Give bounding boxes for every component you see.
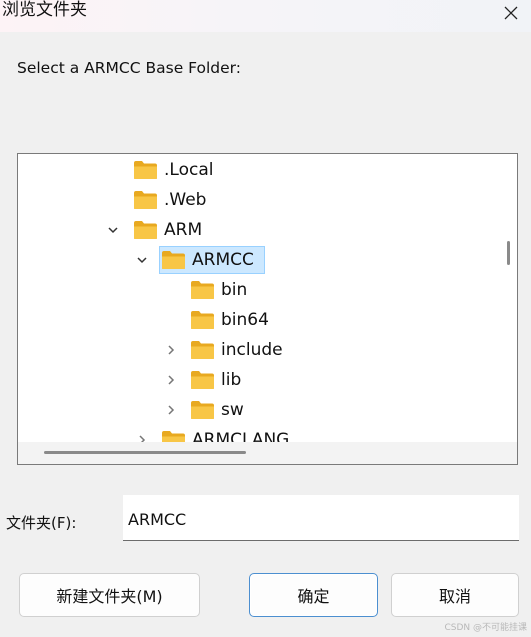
tree-item-label: .Local: [164, 160, 214, 180]
chevron-right-icon[interactable]: [164, 343, 178, 357]
folder-icon: [191, 371, 214, 389]
folder-icon: [134, 161, 157, 179]
folder-icon: [134, 191, 157, 209]
watermark: CSDN @不可能挂课: [444, 623, 527, 633]
tree-item[interactable]: lib: [18, 367, 498, 393]
tree-item[interactable]: sw: [18, 397, 498, 423]
tree-item[interactable]: bin64: [18, 307, 498, 333]
folder-icon: [191, 401, 214, 419]
tree-item[interactable]: ARM: [18, 217, 498, 243]
dialog-prompt: Select a ARMCC Base Folder:: [17, 59, 242, 77]
tree-item[interactable]: include: [18, 337, 498, 363]
horizontal-scrollbar-track[interactable]: [18, 442, 517, 464]
tree-item[interactable]: bin: [18, 277, 498, 303]
window-title: 浏览文件夹: [2, 0, 87, 20]
new-folder-button[interactable]: 新建文件夹(M): [19, 573, 200, 617]
folder-icon: [162, 251, 185, 269]
tree-item[interactable]: .Web: [18, 187, 498, 213]
chevron-right-icon[interactable]: [164, 373, 178, 387]
cancel-button[interactable]: 取消: [391, 573, 519, 617]
tree-item-label: include: [221, 340, 283, 360]
folder-field-label: 文件夹(F):: [6, 514, 77, 532]
tree-item-label: sw: [221, 400, 244, 420]
chevron-right-icon[interactable]: [164, 403, 178, 417]
folder-icon: [191, 311, 214, 329]
tree-item-label: .Web: [164, 190, 207, 210]
tree-item-selected[interactable]: ARMCC: [18, 247, 498, 273]
title-bar: 浏览文件夹: [0, 0, 531, 32]
folder-icon: [191, 281, 214, 299]
close-icon: [504, 6, 518, 20]
folder-icon: [134, 221, 157, 239]
tree-item-label: ARM: [164, 220, 203, 240]
vertical-scrollbar[interactable]: [507, 241, 510, 265]
tree-item-label: ARMCC: [192, 250, 254, 270]
tree-item-label: bin: [221, 280, 248, 300]
close-button[interactable]: [491, 0, 531, 26]
folder-icon: [191, 341, 214, 359]
folder-name-input[interactable]: [123, 495, 519, 541]
tree-item-label: lib: [221, 370, 242, 390]
folder-tree[interactable]: .Local .Web ARM ARMCC bin bin64 include …: [17, 153, 518, 465]
chevron-down-icon[interactable]: [106, 223, 120, 237]
horizontal-scrollbar-thumb[interactable]: [44, 451, 246, 454]
chevron-down-icon[interactable]: [135, 253, 149, 267]
tree-item-label: bin64: [221, 310, 269, 330]
tree-item[interactable]: .Local: [18, 157, 498, 183]
ok-button[interactable]: 确定: [249, 573, 378, 617]
